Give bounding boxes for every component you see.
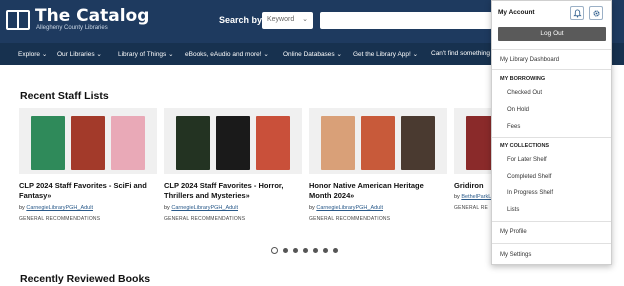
search-type-value: Keyword (267, 16, 295, 23)
book-cover (401, 116, 435, 170)
book-cover (361, 116, 395, 170)
card-title[interactable]: CLP 2024 Staff Favorites - SciFi and Fan… (19, 181, 157, 202)
carousel-dot[interactable] (283, 248, 288, 253)
settings-button[interactable] (589, 6, 603, 20)
divider (492, 69, 611, 70)
logo-title: The Catalog (35, 6, 150, 26)
menu-item-lists[interactable]: Lists (507, 207, 519, 213)
notifications-button[interactable] (570, 6, 584, 20)
menu-item-settings[interactable]: My Settings (500, 252, 531, 258)
card-title[interactable]: Honor Native American Heritage Month 202… (309, 181, 447, 202)
menu-item-on-hold[interactable]: On Hold (507, 107, 529, 113)
card-title[interactable]: CLP 2024 Staff Favorites - Horror, Thril… (164, 181, 302, 202)
card-cover-image (309, 108, 447, 174)
account-menu-title: My Account (498, 9, 535, 16)
nav-explore[interactable]: Explore ⌄ (18, 50, 47, 58)
menu-item-completed[interactable]: Completed Shelf (507, 174, 551, 180)
menu-item-dashboard[interactable]: My Library Dashboard (500, 57, 559, 63)
chevron-right-icon: » (350, 193, 355, 200)
book-icon (6, 10, 30, 30)
staff-lists-heading: Recent Staff Lists (20, 90, 109, 102)
chevron-right-icon: » (47, 193, 52, 200)
carousel-dot[interactable] (313, 248, 318, 253)
menu-item-for-later[interactable]: For Later Shelf (507, 157, 547, 163)
carousel-dot[interactable] (303, 248, 308, 253)
staff-list-card[interactable]: Honor Native American Heritage Month 202… (309, 108, 447, 222)
card-byline: by CarnegieLibraryPGH_Adult (309, 205, 383, 211)
card-cover-image (19, 108, 157, 174)
gear-icon (593, 10, 600, 17)
author-link[interactable]: CarnegieLibraryPGH_Adult (316, 205, 383, 211)
search-type-select[interactable]: Keyword ⌄ (262, 12, 313, 29)
chevron-down-icon: ⌄ (302, 16, 308, 23)
nav-cant-find[interactable]: Can't find something (431, 50, 490, 57)
divider (492, 137, 611, 138)
card-tag: GENERAL RECOMMENDATIONS (164, 216, 246, 222)
divider (492, 221, 611, 222)
menu-item-in-progress[interactable]: In Progress Shelf (507, 190, 553, 196)
author-link[interactable]: CarnegieLibraryPGH_Adult (171, 205, 238, 211)
carousel-dot[interactable] (323, 248, 328, 253)
menu-item-profile[interactable]: My Profile (500, 229, 527, 235)
book-cover (31, 116, 65, 170)
divider (492, 49, 611, 50)
site-logo[interactable]: The Catalog Allegheny County Libraries (6, 8, 149, 32)
carousel-dot[interactable] (333, 248, 338, 253)
carousel-dot[interactable] (271, 247, 278, 254)
book-cover (256, 116, 290, 170)
card-byline: by CarnegieLibraryPGH_Adult (164, 205, 238, 211)
card-tag: GENERAL RECOMMENDATIONS (309, 216, 391, 222)
card-cover-image (164, 108, 302, 174)
nav-library-of-things[interactable]: Library of Things ⌄ (118, 50, 174, 58)
reviewed-books-heading: Recently Reviewed Books (20, 273, 151, 285)
carousel-pagination (271, 247, 343, 254)
collections-header: MY COLLECTIONS (500, 143, 550, 149)
author-link[interactable]: CarnegieLibraryPGH_Adult (26, 205, 93, 211)
search-label: Search by (219, 15, 263, 25)
staff-list-card[interactable]: CLP 2024 Staff Favorites - Horror, Thril… (164, 108, 302, 222)
search-input[interactable] (320, 12, 492, 29)
book-cover (216, 116, 250, 170)
book-cover (176, 116, 210, 170)
staff-list-card[interactable]: CLP 2024 Staff Favorites - SciFi and Fan… (19, 108, 157, 222)
borrowing-header: MY BORROWING (500, 76, 546, 82)
carousel-dot[interactable] (293, 248, 298, 253)
card-byline: by CarnegieLibraryPGH_Adult (19, 205, 93, 211)
book-cover (111, 116, 145, 170)
card-tag: GENERAL RECOMMENDATIONS (19, 216, 101, 222)
logout-button[interactable]: Log Out (498, 27, 606, 41)
menu-item-fees[interactable]: Fees (507, 124, 520, 130)
nav-online-databases[interactable]: Online Databases ⌄ (283, 50, 342, 58)
nav-ebooks[interactable]: eBooks, eAudio and more! ⌄ (185, 50, 269, 58)
nav-library-app[interactable]: Get the Library App! ⌄ (353, 50, 418, 58)
bell-icon (573, 9, 582, 18)
divider (492, 243, 611, 244)
book-cover (321, 116, 355, 170)
author-link[interactable]: BethelParkL (461, 194, 491, 200)
nav-our-libraries[interactable]: Our Libraries ⌄ (57, 50, 102, 58)
account-dropdown: My Account Log Out My Library Dashboard … (491, 0, 612, 265)
menu-item-checked-out[interactable]: Checked Out (507, 90, 542, 96)
chevron-right-icon: » (245, 193, 250, 200)
book-cover (71, 116, 105, 170)
